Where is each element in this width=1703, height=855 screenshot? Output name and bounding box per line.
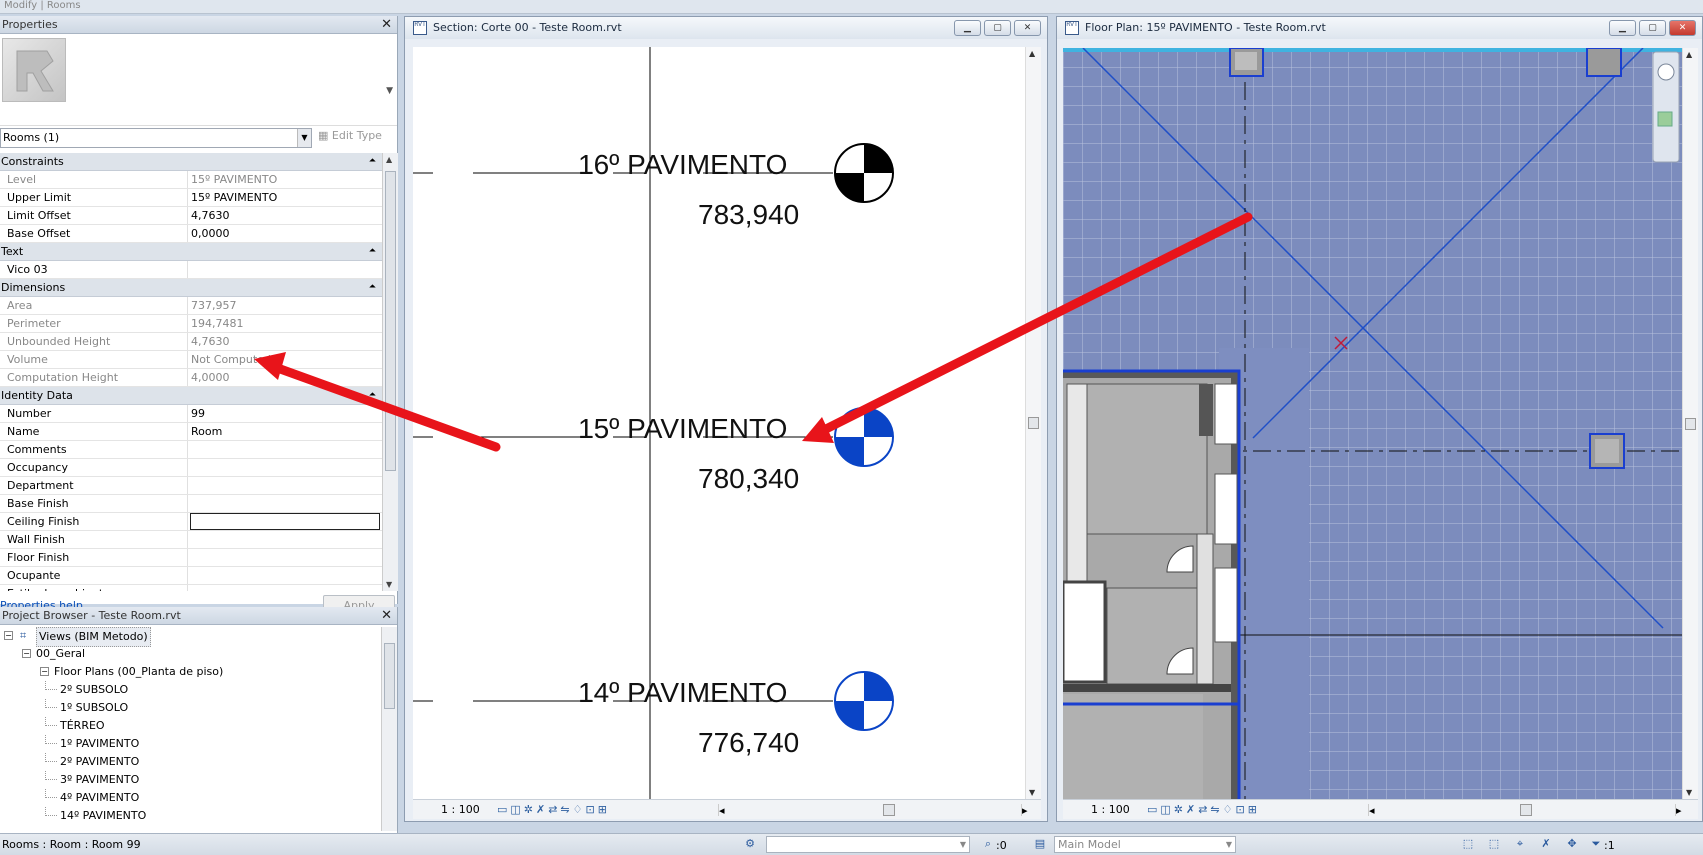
chevron-down-icon[interactable]: ▼ <box>1226 837 1232 852</box>
status-message: Rooms : Room : Room 99 <box>2 838 141 851</box>
select-underlay-icon[interactable]: ⬚ <box>1486 837 1502 852</box>
status-bar: Rooms : Room : Room 99 ⚙ ▼ ⌕ :0 ▤ Main M… <box>0 833 1703 855</box>
red-arrow-icon <box>802 212 1253 443</box>
filter-count: :1 <box>1604 839 1615 852</box>
editable-only-icon[interactable]: ⌕ <box>980 837 996 852</box>
design-option-dropdown[interactable]: Main Model ▼ <box>1054 836 1236 853</box>
worksets-icon[interactable]: ⚙ <box>742 837 758 852</box>
select-by-face-icon[interactable]: ✗ <box>1538 837 1554 852</box>
design-options-icon[interactable]: ▤ <box>1032 837 1048 852</box>
workset-count: :0 <box>996 839 1007 852</box>
select-pinned-icon[interactable]: ⌖ <box>1512 837 1528 852</box>
active-workset-field[interactable]: ▼ <box>766 836 970 853</box>
select-links-icon[interactable]: ⬚ <box>1460 837 1476 852</box>
filter-icon[interactable]: ⏷ <box>1588 837 1604 852</box>
drag-elements-icon[interactable]: ✥ <box>1564 837 1580 852</box>
red-arrow-icon <box>254 352 501 452</box>
chevron-down-icon[interactable]: ▼ <box>960 837 966 852</box>
design-option-value: Main Model <box>1058 838 1121 851</box>
annotation-arrows <box>254 212 1253 452</box>
